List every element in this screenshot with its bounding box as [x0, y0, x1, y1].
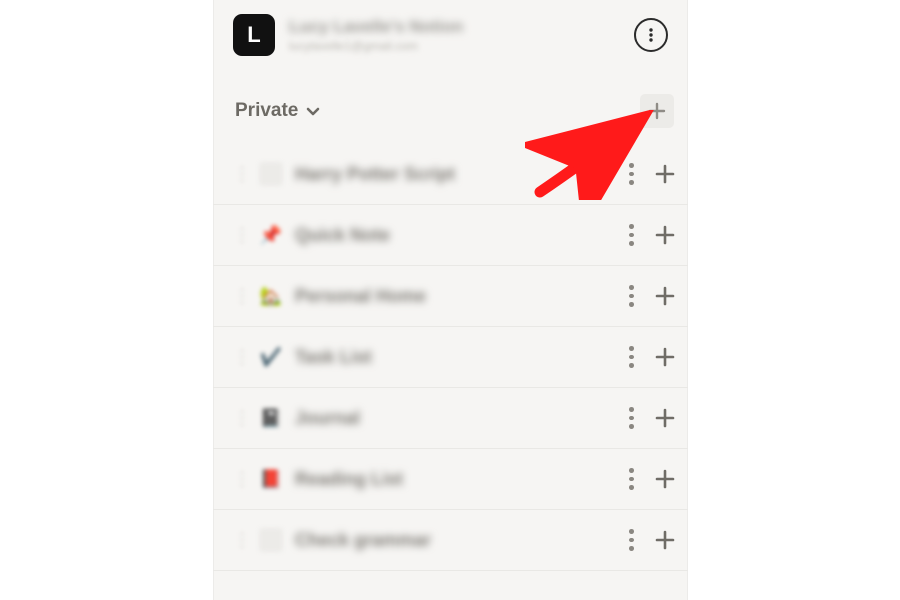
page-list: ⋮ Harry Potter Script ⋮ 📌 Quick Note ⋮ 🏡 Person… — [213, 138, 688, 571]
workspace-menu-button[interactable] — [634, 18, 668, 52]
page-icon — [259, 162, 283, 186]
add-subpage-button[interactable] — [654, 163, 676, 185]
plus-icon — [648, 102, 666, 120]
page-title: Check grammar — [295, 530, 622, 551]
drag-handle[interactable]: ⋮ — [233, 225, 249, 246]
drag-handle[interactable]: ⋮ — [233, 530, 249, 551]
add-subpage-button[interactable] — [654, 468, 676, 490]
sidebar-panel: L Lucy Lavelle's Notion lucylavelle1@gma… — [213, 0, 688, 600]
page-menu-button[interactable] — [622, 224, 640, 246]
page-row[interactable]: ⋮ 📕 Reading List — [213, 449, 688, 510]
add-subpage-button[interactable] — [654, 407, 676, 429]
page-row[interactable]: ⋮ 🏡 Personal Home — [213, 266, 688, 327]
row-actions — [622, 163, 676, 185]
page-menu-button[interactable] — [622, 163, 640, 185]
row-actions — [622, 529, 676, 551]
check-icon: ✔️ — [259, 345, 283, 369]
row-actions — [622, 346, 676, 368]
page-title: Harry Potter Script — [295, 164, 622, 185]
row-actions — [622, 468, 676, 490]
page-menu-button[interactable] — [622, 407, 640, 429]
workspace-name: Lucy Lavelle's Notion — [289, 17, 634, 37]
chevron-down-icon — [304, 102, 322, 120]
row-actions — [622, 224, 676, 246]
page-title: Reading List — [295, 469, 622, 490]
add-subpage-button[interactable] — [654, 224, 676, 246]
row-actions — [622, 285, 676, 307]
book-icon: 📕 — [259, 467, 283, 491]
drag-handle[interactable]: ⋮ — [233, 469, 249, 490]
row-actions — [622, 407, 676, 429]
page-menu-button[interactable] — [622, 285, 640, 307]
workspace-avatar[interactable]: L — [233, 14, 275, 56]
page-title: Task List — [295, 347, 622, 368]
section-label-text: Private — [235, 100, 298, 122]
page-row[interactable]: ⋮ 📌 Quick Note — [213, 205, 688, 266]
page-title: Personal Home — [295, 286, 622, 307]
drag-handle[interactable]: ⋮ — [233, 286, 249, 307]
page-row[interactable]: ⋮ Check grammar — [213, 510, 688, 571]
page-menu-button[interactable] — [622, 468, 640, 490]
page-title: Quick Note — [295, 225, 622, 246]
page-row[interactable]: ⋮ Harry Potter Script — [213, 144, 688, 205]
pin-icon: 📌 — [259, 223, 283, 247]
section-toggle[interactable]: Private — [235, 100, 322, 122]
drag-handle[interactable]: ⋮ — [233, 347, 249, 368]
add-subpage-button[interactable] — [654, 285, 676, 307]
home-icon: 🏡 — [259, 284, 283, 308]
kebab-icon — [643, 27, 659, 43]
workspace-email: lucylavelle1@gmail.com — [289, 39, 634, 53]
page-icon — [259, 528, 283, 552]
add-subpage-button[interactable] — [654, 346, 676, 368]
add-subpage-button[interactable] — [654, 529, 676, 551]
page-row[interactable]: ⋮ 📓 Journal — [213, 388, 688, 449]
page-row[interactable]: ⋮ ✔️ Task List — [213, 327, 688, 388]
page-menu-button[interactable] — [622, 346, 640, 368]
section-header: Private — [213, 68, 688, 138]
journal-icon: 📓 — [259, 406, 283, 430]
add-page-button[interactable] — [640, 94, 674, 128]
drag-handle[interactable]: ⋮ — [233, 408, 249, 429]
page-menu-button[interactable] — [622, 529, 640, 551]
workspace-header: L Lucy Lavelle's Notion lucylavelle1@gma… — [213, 0, 688, 68]
drag-handle[interactable]: ⋮ — [233, 164, 249, 185]
page-title: Journal — [295, 408, 622, 429]
